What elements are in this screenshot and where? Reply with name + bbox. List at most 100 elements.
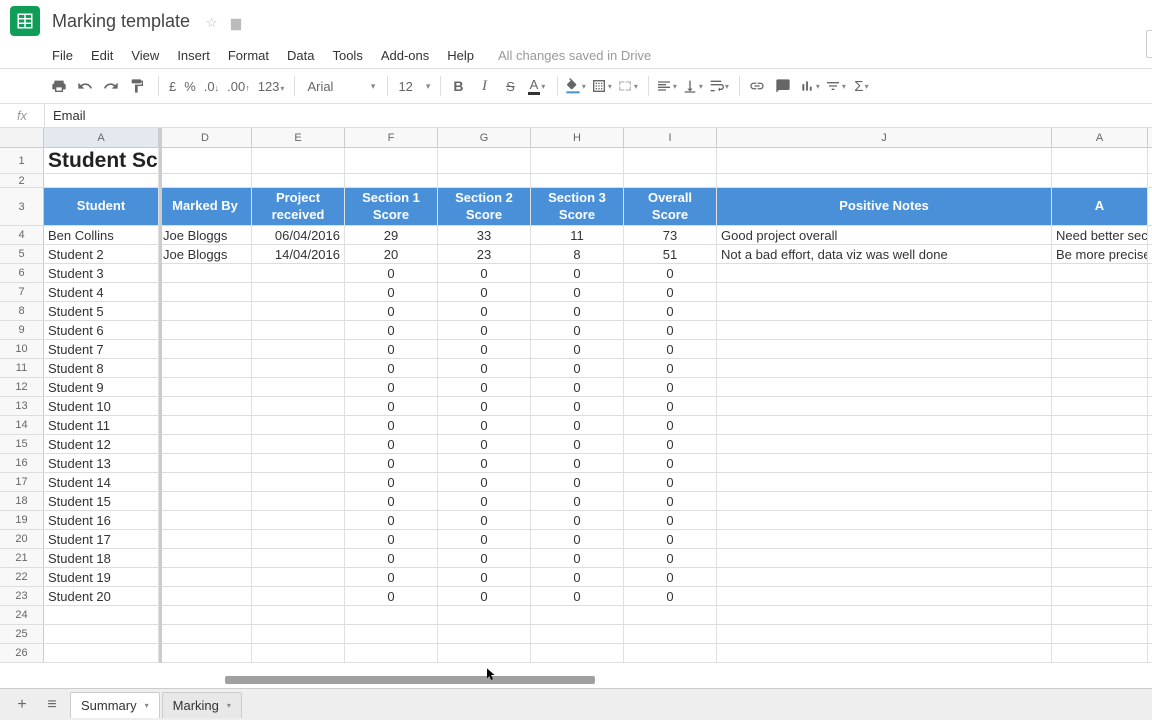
cell-s2[interactable]: 23 — [438, 245, 531, 263]
cell-student[interactable]: Student 16 — [44, 511, 159, 529]
folder-icon[interactable]: ▆ — [231, 15, 241, 30]
cell-overall[interactable]: 0 — [624, 587, 717, 605]
font-size-select[interactable]: 12▾ — [394, 79, 434, 94]
cell-s3[interactable]: 0 — [531, 378, 624, 396]
cell-marked-by[interactable] — [159, 587, 252, 605]
cell-marked-by[interactable]: Joe Bloggs — [159, 226, 252, 244]
cell-student[interactable]: Student 14 — [44, 473, 159, 491]
cell-positive[interactable] — [717, 568, 1052, 586]
cell[interactable] — [531, 644, 624, 662]
menu-view[interactable]: View — [131, 48, 159, 63]
cell-s2[interactable]: 0 — [438, 283, 531, 301]
percent-format[interactable]: % — [180, 79, 200, 94]
cell-s2[interactable]: 0 — [438, 587, 531, 605]
cell-s2[interactable]: 0 — [438, 340, 531, 358]
cell[interactable] — [44, 644, 159, 662]
row-header[interactable]: 17 — [0, 473, 44, 491]
cell[interactable] — [252, 606, 345, 624]
cell-date[interactable] — [252, 511, 345, 529]
cell-overall[interactable]: 0 — [624, 511, 717, 529]
cell-s1[interactable]: 0 — [345, 359, 438, 377]
column-header[interactable]: G — [438, 128, 531, 147]
scroll-thumb[interactable] — [225, 676, 595, 684]
cell-marked-by[interactable] — [159, 340, 252, 358]
cell-marked-by[interactable] — [159, 283, 252, 301]
cell-s1[interactable]: 0 — [345, 549, 438, 567]
insert-chart-icon[interactable]: ▾ — [798, 73, 820, 99]
row-header[interactable]: 11 — [0, 359, 44, 377]
cell-marked-by[interactable] — [159, 321, 252, 339]
cell-negative[interactable]: Need better sectio — [1052, 226, 1148, 244]
insert-comment-icon[interactable] — [772, 73, 794, 99]
table-header[interactable]: Section 1Score — [345, 188, 438, 225]
menu-insert[interactable]: Insert — [177, 48, 210, 63]
table-header[interactable]: Student — [44, 188, 159, 225]
horizontal-scrollbar[interactable] — [0, 676, 1134, 686]
column-header[interactable]: E — [252, 128, 345, 147]
cell-overall[interactable]: 0 — [624, 454, 717, 472]
insert-link-icon[interactable] — [746, 73, 768, 99]
row-header[interactable]: 9 — [0, 321, 44, 339]
cell-overall[interactable]: 0 — [624, 283, 717, 301]
row-header[interactable]: 6 — [0, 264, 44, 282]
row-header[interactable]: 3 — [0, 188, 44, 225]
cell-positive[interactable]: Not a bad effort, data viz was well done — [717, 245, 1052, 263]
cell[interactable] — [44, 625, 159, 643]
cell-positive[interactable] — [717, 378, 1052, 396]
cell-date[interactable] — [252, 454, 345, 472]
cell-negative[interactable]: Be more precise w — [1052, 245, 1148, 263]
cell-s2[interactable]: 0 — [438, 321, 531, 339]
cell-overall[interactable]: 0 — [624, 340, 717, 358]
row-header[interactable]: 10 — [0, 340, 44, 358]
spreadsheet-grid[interactable]: ADEFGHIJA 1Student Sc 2 3StudentMarked B… — [0, 128, 1152, 663]
cell-student[interactable]: Student 17 — [44, 530, 159, 548]
cell-s1[interactable]: 0 — [345, 511, 438, 529]
all-sheets-button[interactable]: ≡ — [40, 693, 64, 717]
bold-button[interactable]: B — [447, 73, 469, 99]
cell-s1[interactable]: 0 — [345, 340, 438, 358]
cell[interactable] — [159, 606, 252, 624]
cell-s3[interactable]: 0 — [531, 435, 624, 453]
cell-overall[interactable]: 0 — [624, 530, 717, 548]
cell-marked-by[interactable] — [159, 264, 252, 282]
cell-s2[interactable]: 0 — [438, 511, 531, 529]
cell-s2[interactable]: 0 — [438, 435, 531, 453]
cell-s3[interactable]: 0 — [531, 340, 624, 358]
cell-s2[interactable]: 0 — [438, 454, 531, 472]
cell-overall[interactable]: 0 — [624, 359, 717, 377]
cell-s3[interactable]: 0 — [531, 492, 624, 510]
cell-student[interactable]: Student 20 — [44, 587, 159, 605]
cell-positive[interactable]: Good project overall — [717, 226, 1052, 244]
cell-negative[interactable] — [1052, 549, 1148, 567]
cell[interactable] — [438, 644, 531, 662]
cell-negative[interactable] — [1052, 283, 1148, 301]
cell-overall[interactable]: 73 — [624, 226, 717, 244]
row-header[interactable]: 21 — [0, 549, 44, 567]
cell-s1[interactable]: 0 — [345, 435, 438, 453]
cell-positive[interactable] — [717, 587, 1052, 605]
cell-overall[interactable]: 0 — [624, 321, 717, 339]
cell-s3[interactable]: 0 — [531, 454, 624, 472]
cell-negative[interactable] — [1052, 454, 1148, 472]
cell-s2[interactable]: 0 — [438, 264, 531, 282]
row-header[interactable]: 16 — [0, 454, 44, 472]
cell[interactable] — [717, 625, 1052, 643]
text-wrap-button[interactable]: ▾ — [707, 73, 729, 99]
cell-overall[interactable]: 0 — [624, 416, 717, 434]
cell-overall[interactable]: 0 — [624, 568, 717, 586]
cell-s3[interactable]: 0 — [531, 511, 624, 529]
cell-student[interactable]: Student 10 — [44, 397, 159, 415]
document-title[interactable]: Marking template — [52, 11, 190, 31]
redo-icon[interactable] — [100, 73, 122, 99]
cell[interactable] — [159, 625, 252, 643]
freeze-line[interactable] — [159, 128, 162, 663]
fill-color-button[interactable]: ▾ — [564, 73, 586, 99]
cell-s3[interactable]: 0 — [531, 549, 624, 567]
menu-format[interactable]: Format — [228, 48, 269, 63]
cell-s1[interactable]: 0 — [345, 302, 438, 320]
cell-s2[interactable]: 0 — [438, 568, 531, 586]
cell-negative[interactable] — [1052, 378, 1148, 396]
cell[interactable] — [159, 644, 252, 662]
cell-overall[interactable]: 0 — [624, 397, 717, 415]
cell-s2[interactable]: 0 — [438, 359, 531, 377]
